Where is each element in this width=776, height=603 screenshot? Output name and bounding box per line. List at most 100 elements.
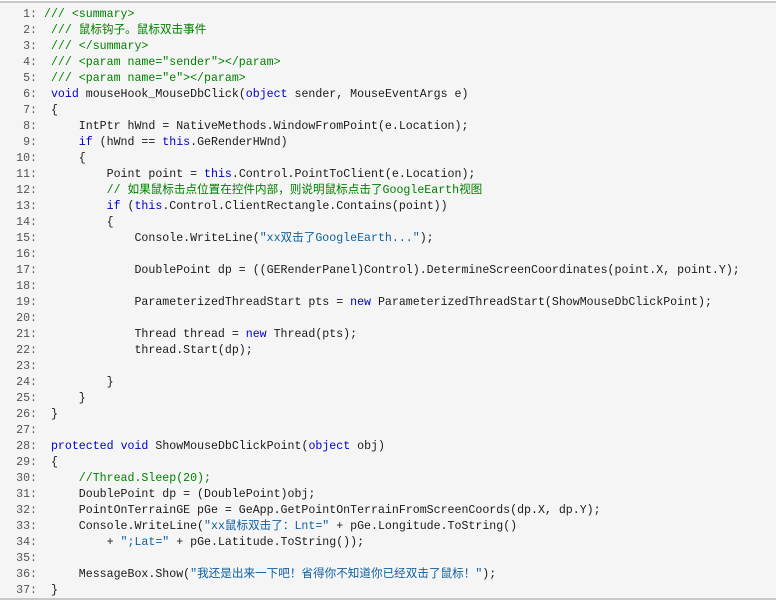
keyword-token: void (50, 88, 79, 101)
keyword-token: this (134, 200, 163, 213)
code-token: mouseHook_MouseDbClick( (78, 88, 246, 101)
line-number: 12: (16, 184, 37, 197)
line-number: 29: (16, 456, 37, 469)
code-token: Point point = (44, 168, 205, 181)
line-number: 28: (16, 440, 37, 453)
code-line: 34: + ";Lat=" + pGe.Latitude.ToString())… (0, 535, 740, 551)
keyword-token: void (120, 440, 149, 453)
code-line: 29: { (0, 455, 740, 471)
line-number: 25: (16, 392, 37, 405)
line-number: 21: (16, 328, 37, 341)
line-number: 13: (16, 200, 37, 213)
comment-token: /// </summary> (44, 40, 149, 53)
code-line: 19: ParameterizedThreadStart pts = new P… (0, 295, 740, 311)
code-listing: 1:/// <summary> 2: /// 鼠标钩子。鼠标双击事件 3: /// … (0, 1, 776, 600)
string-token: "xx鼠标双击了：Lnt=" (204, 520, 330, 533)
line-number: 22: (16, 344, 37, 357)
line-number: 36: (16, 568, 37, 581)
code-line: 15: Console.WriteLine("xx双击了GoogleEarth.… (0, 231, 740, 247)
code-token: { (44, 152, 86, 165)
code-line: 9: if (hWnd == this.GeRenderHWnd) (0, 135, 740, 151)
code-line: 36: MessageBox.Show("我还是出来一下吧！省得你不知道你已经双… (0, 567, 740, 583)
keyword-token: new (245, 328, 267, 341)
code-line: 27: (0, 423, 740, 439)
code-line: 30: //Thread.Sleep(20); (0, 471, 740, 487)
comment-token: /// 鼠标钩子。鼠标双击事件 (44, 24, 207, 37)
code-token: .GeRenderHWnd) (190, 136, 288, 149)
line-number: 7: (23, 104, 37, 117)
code-line: 5: /// <param name="e"></param> (0, 71, 740, 87)
line-number: 34: (16, 536, 37, 549)
keyword-token: new (350, 296, 371, 309)
code-token: ShowMouseDbClickPoint( (148, 440, 309, 453)
line-number: 1: (23, 8, 37, 21)
code-line: 17: DoublePoint dp = ((GERenderPanel)Con… (0, 263, 740, 279)
code-token: + pGe.Latitude.ToString()); (169, 536, 365, 549)
code-line: 28: protected void ShowMouseDbClickPoint… (0, 439, 740, 455)
line-number: 24: (16, 376, 37, 389)
code-line: 12: // 如果鼠标击点位置在控件内部，则说明鼠标点击了GoogleEarth… (0, 183, 740, 199)
line-number: 19: (16, 296, 37, 309)
code-line: 23: (0, 359, 740, 375)
line-number: 10: (16, 152, 37, 165)
line-number: 20: (16, 312, 37, 325)
code-token: Thread thread = (44, 328, 246, 341)
code-line: 18: (0, 279, 740, 295)
code-token: .Control.ClientRectangle.Contains(point)… (162, 200, 448, 213)
comment-token: /// <summary> (44, 8, 135, 21)
keyword-token: object (308, 440, 351, 453)
code-line: 35: (0, 551, 740, 567)
code-token: IntPtr hWnd = NativeMethods.WindowFromPo… (44, 120, 469, 133)
line-number: 6: (23, 88, 37, 101)
line-number: 3: (23, 40, 37, 53)
code-token: + pGe.Longitude.ToString() (329, 520, 518, 533)
code-line: 1: /// <summary> (0, 7, 740, 23)
line-number: 23: (16, 360, 37, 373)
code-line: 16: (0, 247, 740, 263)
code-line: 6: void mouseHook_MouseDbClick(object se… (0, 87, 740, 103)
code-line: 26: } (0, 407, 740, 423)
code-line: 13: if (this.Control.ClientRectangle.Con… (0, 199, 740, 215)
keyword-token: this (162, 136, 191, 149)
line-number: 31: (16, 488, 37, 501)
code-line: 3: /// </summary> (0, 39, 740, 55)
code-line: 37: } (0, 583, 740, 599)
code-token: Console.WriteLine( (44, 232, 260, 245)
code-token: thread.Start(dp); (44, 344, 253, 357)
code-token: obj) (350, 440, 385, 453)
code-token: sender, MouseEventArgs e) (287, 88, 469, 101)
line-number: 2: (23, 24, 37, 37)
code-token: + (44, 536, 121, 549)
keyword-token: protected (50, 440, 114, 453)
line-number: 27: (16, 424, 37, 437)
comment-token: //Thread.Sleep(20); (44, 472, 211, 485)
code-line: 7: { (0, 103, 740, 119)
code-token: Console.WriteLine( (44, 520, 205, 533)
line-number: 37: (16, 584, 37, 597)
code-lines: 1:/// <summary> 2: /// 鼠标钩子。鼠标双击事件 3: /// … (0, 7, 740, 599)
code-token: Thread(pts); (266, 328, 358, 341)
line-number: 11: (16, 168, 37, 181)
code-token: ); (482, 568, 497, 581)
line-number: 8: (23, 120, 37, 133)
code-line: 2: /// 鼠标钩子。鼠标双击事件 (0, 23, 740, 39)
code-token: } (44, 584, 58, 597)
line-number: 32: (16, 504, 37, 517)
code-line: 32: PointOnTerrainGE pGe = GeApp.GetPoin… (0, 503, 740, 519)
code-line: 21: Thread thread = new Thread(pts); (0, 327, 740, 343)
line-number: 33: (16, 520, 37, 533)
keyword-token: this (204, 168, 232, 181)
code-line: 10: { (0, 151, 740, 167)
code-token: } (44, 376, 114, 389)
code-line: 20: (0, 311, 740, 327)
code-token: { (44, 104, 58, 117)
code-token: } (44, 392, 86, 405)
string-token: ";Lat=" (120, 536, 170, 549)
line-number: 15: (16, 232, 37, 245)
code-token: ParameterizedThreadStart pts = (44, 296, 351, 309)
code-token: DoublePoint dp = ((GERenderPanel)Control… (44, 264, 740, 277)
